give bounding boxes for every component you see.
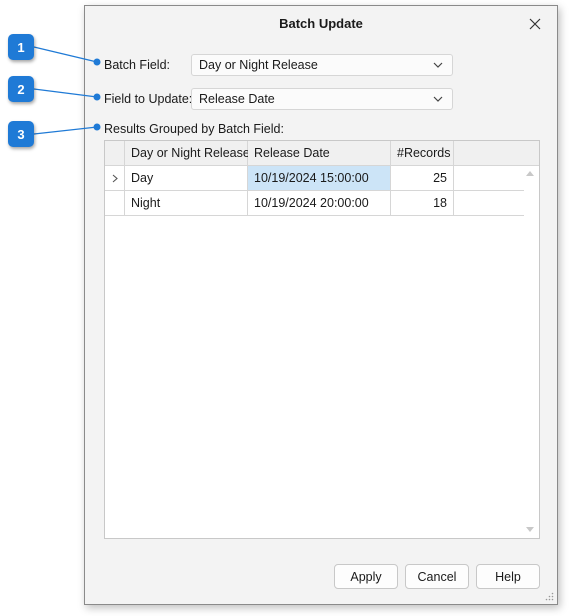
column-header-release-date[interactable]: Release Date [248, 141, 391, 166]
help-button[interactable]: Help [476, 564, 540, 589]
close-button[interactable] [523, 12, 547, 36]
batch-update-dialog: Batch Update Batch Field: Day or Night R… [84, 5, 558, 605]
batch-field-value: Day or Night Release [199, 58, 318, 72]
row-filler [454, 166, 524, 191]
table-cell-group[interactable]: Day [125, 166, 248, 191]
apply-button[interactable]: Apply [334, 564, 398, 589]
cancel-button[interactable]: Cancel [405, 564, 469, 589]
callout-badge-1: 1 [8, 34, 34, 60]
callout-badge-2: 2 [8, 76, 34, 102]
column-header-records[interactable]: #Records [391, 141, 454, 166]
close-icon [529, 18, 541, 30]
column-header-day-or-night[interactable]: Day or Night Release [125, 141, 250, 166]
scroll-down-arrow[interactable] [526, 527, 534, 532]
table-cell-records[interactable]: 25 [391, 166, 454, 191]
row-indicator[interactable] [105, 191, 125, 216]
batch-field-label: Batch Field: [104, 58, 171, 72]
chevron-down-icon [424, 55, 452, 75]
table-cell-group[interactable]: Night [125, 191, 248, 216]
batch-field-select[interactable]: Day or Night Release [191, 54, 453, 76]
table-cell-records[interactable]: 18 [391, 191, 454, 216]
field-to-update-value: Release Date [199, 92, 275, 106]
results-grouped-label: Results Grouped by Batch Field: [104, 122, 284, 136]
field-to-update-label: Field to Update: [104, 92, 193, 106]
results-grid[interactable]: Day or Night Release Release Date #Recor… [104, 140, 540, 539]
row-indicator-header [105, 141, 125, 166]
scroll-up-arrow[interactable] [526, 171, 534, 176]
field-to-update-select[interactable]: Release Date [191, 88, 453, 110]
callout-badge-3: 3 [8, 121, 34, 147]
row-filler [454, 191, 524, 216]
resize-grip-icon[interactable] [545, 592, 554, 601]
table-cell-release-date[interactable]: 10/19/2024 20:00:00 [248, 191, 391, 216]
header-filler [454, 141, 539, 166]
table-cell-release-date[interactable]: 10/19/2024 15:00:00 [248, 166, 391, 191]
dialog-title: Batch Update [279, 16, 363, 31]
chevron-down-icon [424, 89, 452, 109]
chevron-right-icon [112, 174, 118, 182]
row-indicator[interactable] [105, 166, 125, 191]
